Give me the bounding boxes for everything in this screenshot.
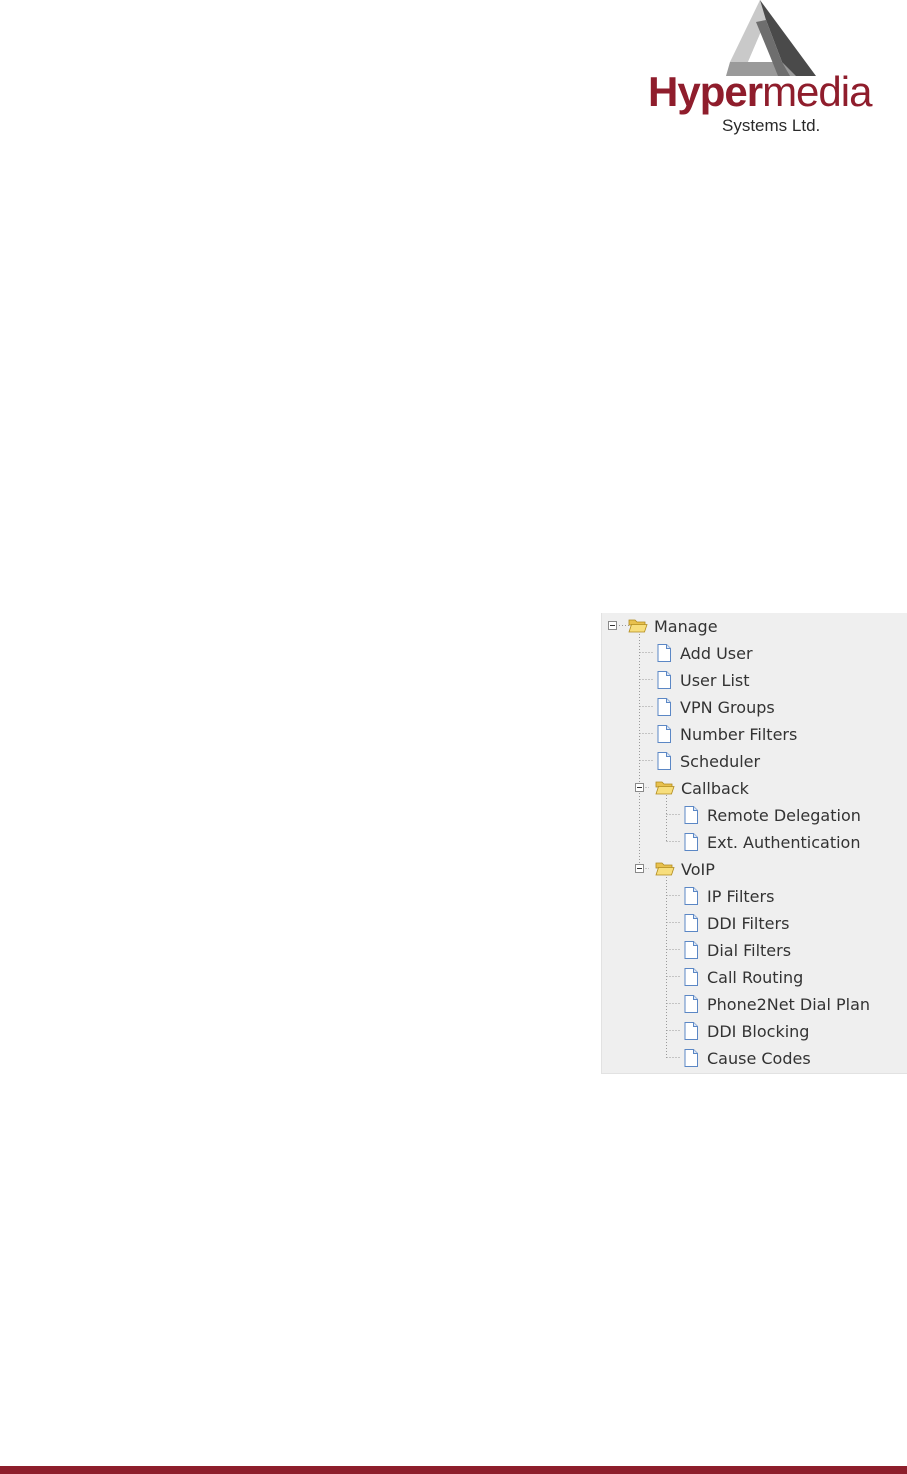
tree-item-label: Ext. Authentication xyxy=(707,832,861,852)
tree-item-vpn-groups[interactable]: VPN Groups xyxy=(654,695,775,719)
tree-item-label: IP Filters xyxy=(707,886,775,906)
tree-item-call-routing[interactable]: Call Routing xyxy=(681,965,803,989)
tree-item-label: DDI Blocking xyxy=(707,1021,810,1041)
document-icon xyxy=(657,752,671,770)
tree-item-label: Dial Filters xyxy=(707,940,792,960)
tree-item-add-user[interactable]: Add User xyxy=(654,641,753,665)
document-icon xyxy=(684,833,698,851)
tree-folder-manage[interactable]: Manage xyxy=(628,614,718,638)
document-icon xyxy=(657,698,671,716)
tree-item-ddi-blocking[interactable]: DDI Blocking xyxy=(681,1019,809,1043)
tree-item-remote-delegation[interactable]: Remote Delegation xyxy=(681,803,861,827)
collapse-toggle-callback[interactable] xyxy=(635,783,644,792)
tree-folder-label: Callback xyxy=(681,778,749,798)
logo-wordmark: Hypermedia xyxy=(648,68,872,115)
open-folder-icon xyxy=(655,781,675,795)
tree-item-ip-filters[interactable]: IP Filters xyxy=(681,884,774,908)
tree-item-dial-filters[interactable]: Dial Filters xyxy=(681,938,791,962)
document-icon xyxy=(657,725,671,743)
tree-item-label: Remote Delegation xyxy=(707,805,861,825)
tree-folder-callback[interactable]: Callback xyxy=(655,776,749,800)
tree-folder-label: Manage xyxy=(654,616,718,636)
tree-item-ddi-filters[interactable]: DDI Filters xyxy=(681,911,789,935)
tree-folder-label: VoIP xyxy=(681,859,715,879)
logo-word-light: media xyxy=(762,68,872,115)
tree-item-label: Add User xyxy=(680,643,753,663)
tree-item-label: Call Routing xyxy=(707,967,804,987)
document-icon xyxy=(657,644,671,662)
document-icon xyxy=(684,1022,698,1040)
document-icon xyxy=(657,671,671,689)
tree-item-ext-authentication[interactable]: Ext. Authentication xyxy=(681,830,860,854)
document-icon xyxy=(684,914,698,932)
logo-subtitle: Systems Ltd. xyxy=(722,116,821,135)
tree-item-number-filters[interactable]: Number Filters xyxy=(654,722,797,746)
tree-item-phone2net-dial-plan[interactable]: Phone2Net Dial Plan xyxy=(681,992,870,1016)
company-logo: Hypermedia Systems Ltd. xyxy=(640,0,902,140)
triangle-logo-icon xyxy=(726,0,816,76)
document-icon xyxy=(684,1049,698,1067)
collapse-toggle-voip[interactable] xyxy=(635,864,644,873)
document-icon xyxy=(684,806,698,824)
tree-item-label: Phone2Net Dial Plan xyxy=(707,994,871,1014)
document-icon xyxy=(684,995,698,1013)
tree-item-label: User List xyxy=(680,670,750,690)
tree-item-label: VPN Groups xyxy=(680,697,775,717)
tree-item-label: Number Filters xyxy=(680,724,798,744)
navigation-tree: Manage Add User User List VPN Groups Num… xyxy=(601,613,907,1074)
document-icon xyxy=(684,941,698,959)
document-icon xyxy=(684,968,698,986)
tree-item-label: Scheduler xyxy=(680,751,761,771)
tree-item-cause-codes[interactable]: Cause Codes xyxy=(681,1046,811,1070)
collapse-toggle-manage[interactable] xyxy=(608,621,617,630)
tree-item-label: Cause Codes xyxy=(707,1048,811,1068)
footer-bar xyxy=(0,1466,907,1474)
tree-folder-voip[interactable]: VoIP xyxy=(655,857,715,881)
open-folder-icon xyxy=(655,862,675,876)
tree-item-label: DDI Filters xyxy=(707,913,790,933)
tree-item-scheduler[interactable]: Scheduler xyxy=(654,749,760,773)
tree-item-user-list[interactable]: User List xyxy=(654,668,750,692)
document-icon xyxy=(684,887,698,905)
open-folder-icon xyxy=(628,619,648,633)
logo-word-bold: Hyper xyxy=(648,68,763,115)
